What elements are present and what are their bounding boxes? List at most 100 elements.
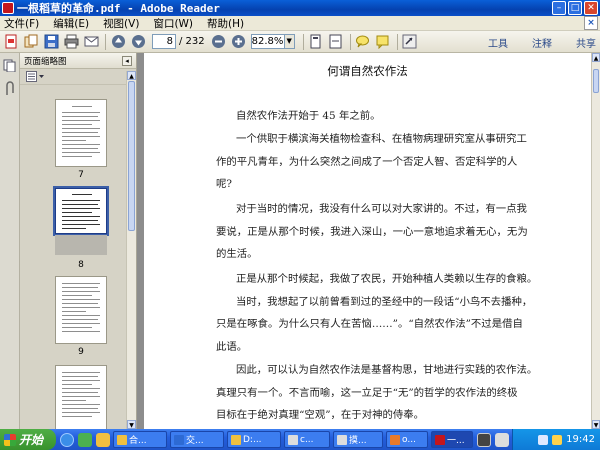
page-thumbnails-panel: 页面缩略图 ◂ 7 8 9 ▲ ▼ — [20, 53, 137, 429]
tools-link[interactable]: 工具 — [488, 35, 508, 50]
previous-page-icon[interactable] — [110, 34, 126, 50]
create-pdf-icon[interactable] — [3, 34, 19, 50]
app-icon — [390, 434, 400, 445]
thumbnail-list: 7 8 9 — [20, 87, 126, 429]
document-scrollbar[interactable]: ▲ ▼ — [591, 53, 600, 429]
page-number-input[interactable]: 8 — [152, 34, 176, 49]
start-button[interactable]: 开始 — [0, 429, 56, 450]
task-label: 摸... — [349, 436, 367, 446]
thumbnail-page[interactable] — [55, 365, 107, 429]
quicklaunch-icon[interactable] — [96, 432, 110, 447]
scroll-down-icon[interactable]: ▼ — [592, 420, 600, 429]
thumbnail-scrollbar[interactable]: ▲ ▼ — [126, 71, 136, 429]
panel-options — [20, 69, 136, 85]
panel-header: 页面缩略图 ◂ — [20, 53, 136, 69]
document-line: 要说，正是从那个时候，我进入深山，一心一意地追求着无心，无为 — [216, 226, 528, 238]
taskbar-task[interactable]: o... — [386, 431, 428, 448]
document-line: 只是在啄食。为什么只有人在苦恼……”。“自然农作法”不过是借自 — [216, 318, 523, 330]
volume-icon[interactable] — [552, 434, 563, 445]
quicklaunch-icon[interactable] — [495, 432, 509, 447]
ie-quicklaunch-icon[interactable] — [60, 432, 74, 447]
folder-icon — [117, 434, 127, 445]
document-line: 真理只有一个。不言而喻，这一立足于“无”的哲学的农作法的终极 — [216, 387, 518, 399]
organize-icon[interactable] — [23, 34, 39, 50]
minimize-button[interactable]: – — [552, 1, 566, 15]
next-page-icon[interactable] — [130, 34, 146, 50]
menu-window[interactable]: 窗口(W) — [153, 16, 193, 31]
zoom-in-icon[interactable] — [231, 34, 247, 50]
document-line: 一个供职于横滨海关植物检查科、在植物病理研究室从事研究工 — [236, 133, 527, 145]
comment-icon[interactable] — [355, 34, 371, 50]
page-thumbnails-tab-icon[interactable] — [3, 59, 16, 73]
scroll-up-icon[interactable]: ▲ — [127, 71, 136, 80]
thumbnail-label: 8 — [78, 260, 84, 270]
system-tray: 19:42 — [512, 429, 600, 450]
highlight-icon[interactable] — [375, 34, 391, 50]
close-button[interactable]: ✕ — [584, 1, 598, 15]
email-icon[interactable] — [83, 34, 99, 50]
thumbnail-page[interactable] — [55, 99, 107, 167]
clock: 19:42 — [566, 434, 595, 445]
expand-icon[interactable] — [402, 34, 418, 50]
zoom-dropdown-icon[interactable]: ▼ — [284, 34, 295, 49]
taskbar-task[interactable]: 摸... — [333, 431, 383, 448]
document-line: 自然农作法开始于 45 年之前。 — [236, 110, 381, 122]
document-line: 呢? — [216, 178, 232, 190]
menu-file[interactable]: 文件(F) — [4, 16, 39, 31]
save-icon[interactable] — [43, 34, 59, 50]
network-icon[interactable] — [538, 434, 549, 445]
zoom-input[interactable]: 82.8% — [250, 34, 285, 49]
document-line: 目标在于绝对真理“空观”，在于对神的侍奉。 — [216, 409, 425, 421]
window-title: 一根稻草的革命.pdf - Adobe Reader — [17, 2, 220, 15]
toolbar-separator — [302, 33, 304, 50]
document-line: 作的平凡青年，为什么突然之间成了一个否定人智、否定科学的人 — [216, 156, 518, 168]
scrollbar-thumb[interactable] — [593, 69, 599, 93]
thumbnail-page[interactable] — [55, 276, 107, 344]
toolbar-separator — [349, 33, 351, 50]
maximize-button[interactable]: □ — [568, 1, 582, 15]
scrollbar-thumb[interactable] — [128, 81, 135, 231]
page-total: / 232 — [179, 36, 205, 47]
document-heading: 何谓自然农作法 — [327, 64, 408, 78]
windows-logo-icon: × — [584, 16, 598, 30]
taskbar-task[interactable]: 合... — [113, 431, 167, 448]
menu-bar: 文件(F) 编辑(E) 视图(V) 窗口(W) 帮助(H) × — [0, 16, 600, 31]
menu-help[interactable]: 帮助(H) — [207, 16, 244, 31]
thumbnail-page-selected[interactable] — [53, 186, 109, 236]
document-line: 的生活。 — [216, 248, 258, 260]
taskbar-task[interactable]: c... — [284, 431, 330, 448]
comment-link[interactable]: 注释 — [532, 35, 552, 50]
fit-width-icon[interactable] — [328, 34, 344, 50]
window-controls: – □ ✕ — [552, 1, 598, 15]
menu-edit[interactable]: 编辑(E) — [53, 16, 89, 31]
app-icon — [174, 434, 184, 445]
quicklaunch-icon[interactable] — [78, 432, 92, 447]
document-line: 当时，我想起了以前曾看到过的圣经中的一段话“小鸟不去播种， — [236, 296, 533, 308]
toolbar-separator — [396, 33, 398, 50]
task-label: o... — [402, 434, 416, 445]
toolbar-right-links: 工具 注释 共享 — [478, 35, 596, 50]
taskbar-task-active[interactable]: 一... — [431, 431, 473, 448]
toolbar: 8 / 232 82.8% ▼ 工具 注释 共享 — [0, 31, 600, 53]
attachments-tab-icon[interactable] — [3, 81, 16, 97]
thumbnail-label: 9 — [78, 347, 84, 357]
panel-close-button[interactable]: ◂ — [122, 56, 132, 66]
thumbnail-label: 7 — [78, 170, 84, 180]
navigation-strip — [0, 53, 20, 429]
scroll-up-icon[interactable]: ▲ — [592, 53, 600, 62]
options-icon[interactable] — [26, 70, 46, 83]
taskbar-task[interactable]: D:... — [227, 431, 281, 448]
zoom-out-icon[interactable] — [211, 34, 227, 50]
scroll-down-icon[interactable]: ▼ — [127, 420, 136, 429]
document-line: 此语。 — [216, 341, 248, 353]
share-link[interactable]: 共享 — [576, 35, 596, 50]
menu-view[interactable]: 视图(V) — [103, 16, 139, 31]
task-label: 交... — [186, 436, 204, 446]
taskbar-task[interactable]: 交... — [170, 431, 224, 448]
print-icon[interactable] — [63, 34, 79, 50]
thumbnail-viewport-band — [55, 235, 107, 255]
fit-page-icon[interactable] — [308, 34, 324, 50]
folder-icon — [231, 434, 241, 445]
help-icon[interactable] — [477, 432, 491, 447]
task-label: 一... — [447, 436, 465, 446]
